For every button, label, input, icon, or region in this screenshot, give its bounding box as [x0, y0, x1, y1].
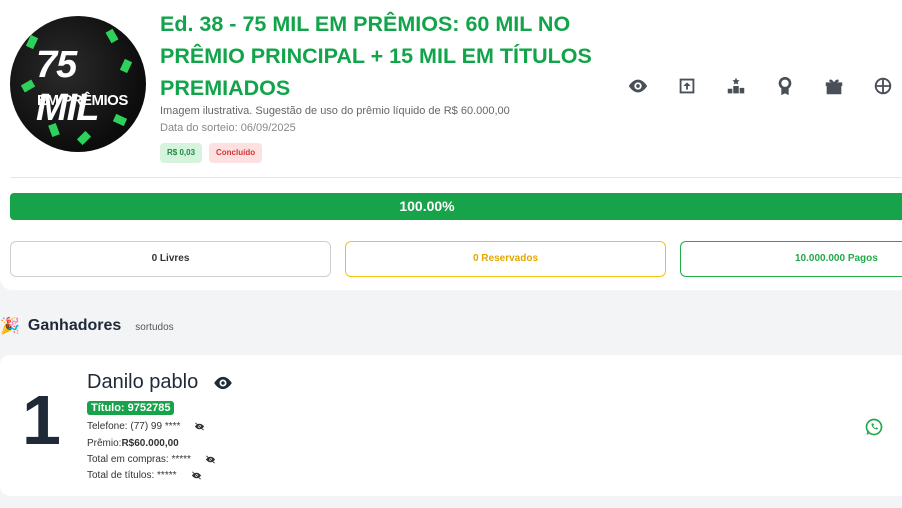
winner-phone: Telefone: (77) 99 **** — [87, 421, 181, 432]
free-count[interactable]: 0 Livres — [10, 241, 331, 277]
status-badge: Concluído — [209, 143, 263, 163]
eye-icon[interactable] — [212, 376, 234, 390]
winner-total-purchases: Total em compras: ***** — [87, 454, 191, 465]
draw-date: Data do sorteio: 06/09/2025 — [160, 122, 296, 134]
winner-rank: 1 — [22, 381, 61, 459]
podium-icon[interactable] — [724, 74, 748, 98]
winners-title: Ganhadores — [27, 317, 122, 334]
action-icons — [626, 74, 902, 98]
eye-off-icon[interactable] — [205, 455, 216, 464]
winner-name-row: Danilo pablo — [87, 371, 234, 394]
progress-label: 100.00% — [399, 198, 455, 214]
paid-count[interactable]: 10.000.000 Pagos — [680, 241, 902, 277]
divider — [10, 177, 902, 178]
winner-total-tickets: Total de títulos: ***** — [87, 470, 177, 481]
eye-off-icon[interactable] — [191, 471, 202, 480]
winner-purchases-row: Total em compras: ***** — [87, 454, 216, 465]
gift-icon[interactable] — [822, 74, 846, 98]
winner-phone-row: Telefone: (77) 99 **** — [87, 421, 205, 432]
logo-text-75: 75 MIL — [36, 44, 99, 129]
raffle-card: 75 MIL EM PRÊMIOS Ed. 38 - 75 MIL EM PRÊ… — [0, 0, 902, 290]
winners-header: 🎉 Ganhadores sortudos — [0, 316, 174, 336]
raffle-description: Imagem ilustrativa. Sugestão de uso do p… — [160, 105, 510, 117]
whatsapp-icon[interactable] — [864, 417, 884, 437]
winner-prize-value: R$60.000,00 — [121, 438, 179, 449]
progress-bar: 100.00% — [10, 193, 902, 220]
winner-name: Danilo pablo — [87, 371, 199, 393]
eye-off-icon[interactable] — [194, 422, 205, 431]
winner-ticket: Título: 9752785 — [87, 401, 175, 415]
raffle-logo-image: 75 MIL EM PRÊMIOS — [10, 16, 146, 152]
eye-icon[interactable] — [626, 74, 650, 98]
winner-tickets-row: Total de títulos: ***** — [87, 470, 202, 481]
winner-prize-label: Prêmio: — [87, 438, 122, 449]
share-icon[interactable] — [675, 74, 699, 98]
price-badge: R$ 0,03 — [160, 143, 203, 163]
winner-card: 1 Danilo pablo Título: 9752785 Telefone:… — [0, 355, 902, 496]
reserved-count[interactable]: 0 Reservados — [345, 241, 666, 277]
logo-text-em-premios: EM PRÊMIOS — [37, 92, 128, 109]
raffle-title: Ed. 38 - 75 MIL EM PRÊMIOS: 60 MIL NO PR… — [160, 12, 592, 100]
wheel-icon[interactable] — [871, 74, 895, 98]
winners-subtitle: sortudos — [135, 322, 174, 333]
award-icon[interactable] — [773, 74, 797, 98]
winner-prize-row: Prêmio: R$60.000,00 — [87, 438, 179, 449]
party-popper-icon: 🎉 — [0, 318, 20, 335]
